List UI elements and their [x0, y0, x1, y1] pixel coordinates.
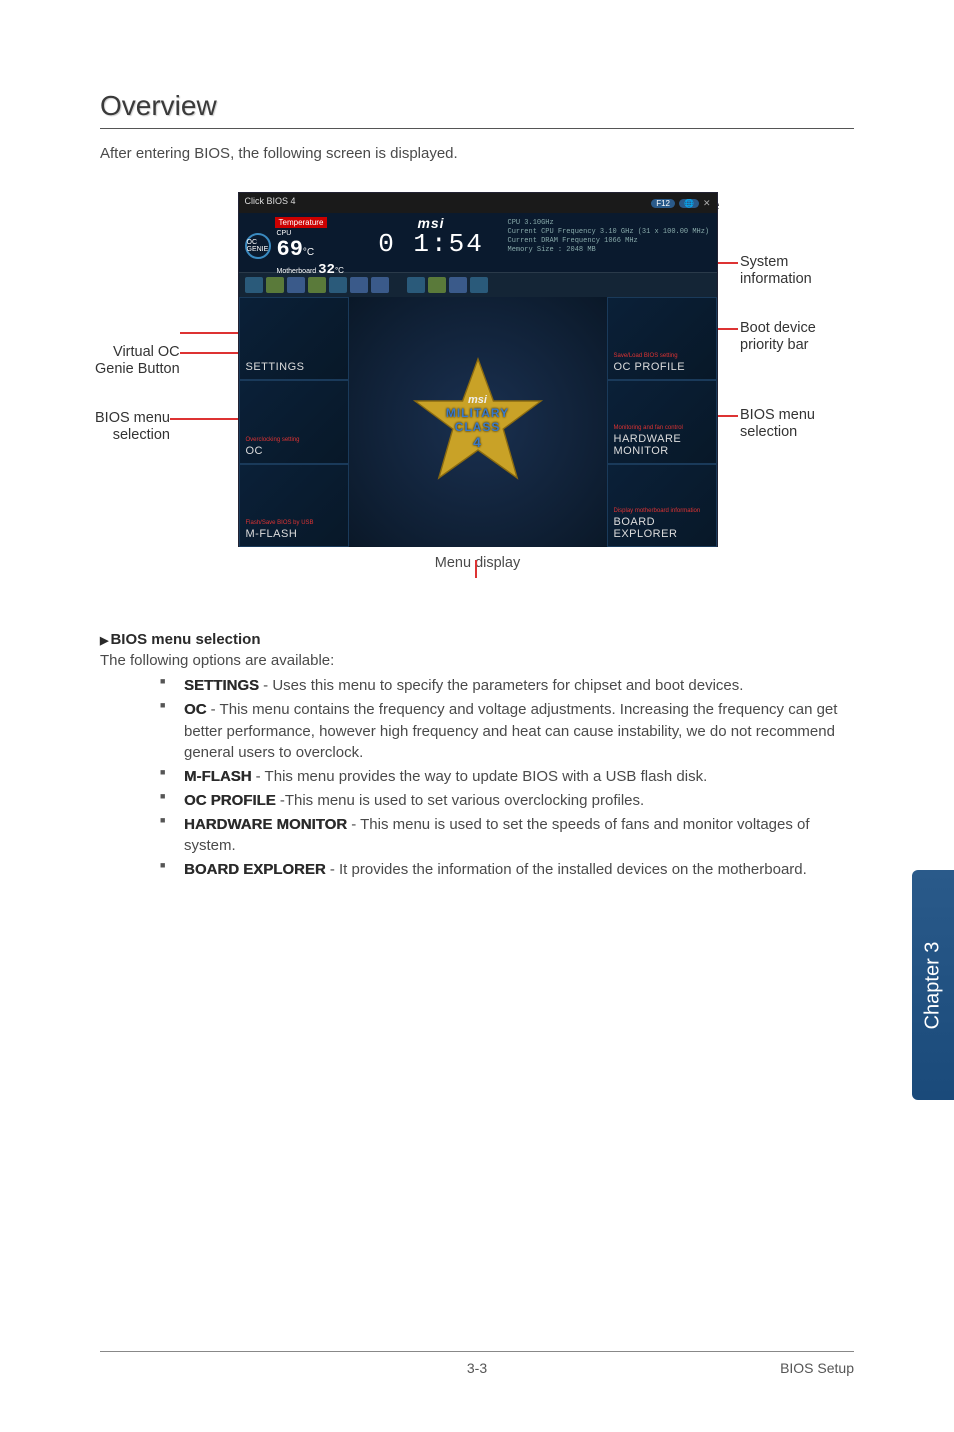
page-footer: 3-3 BIOS Setup [100, 1351, 854, 1376]
bios-top-title: Click BIOS 4 [245, 196, 296, 210]
intro-text: After entering BIOS, the following scree… [100, 145, 854, 162]
clock-panel: msi 0 1:54 [359, 213, 504, 272]
military-class-badge: msi MILITARY CLASS 4 [408, 352, 548, 492]
boot-device-icon[interactable] [428, 277, 446, 293]
callout-virtual-oc: Virtual OC Genie Button [95, 344, 180, 379]
footer-section: BIOS Setup [780, 1360, 854, 1376]
feature-list: SETTINGS - Uses this menu to specify the… [100, 675, 854, 881]
mb-temp: 32 [318, 262, 335, 278]
clock-time: 0 1:54 [359, 229, 504, 259]
boot-device-icon[interactable] [449, 277, 467, 293]
boot-device-icon[interactable] [329, 277, 347, 293]
callout-menu-display: Menu display [100, 555, 855, 571]
page-number: 3-3 [467, 1360, 487, 1376]
tile-settings[interactable]: SETTINGS [239, 297, 349, 380]
bios-screenshot: Click BIOS 4 F12 🌐 ✕ Temperature OC GENI… [238, 192, 718, 547]
triangle-icon: ▶ [100, 635, 108, 647]
temp-label: Temperature [275, 217, 328, 228]
boot-device-icon[interactable] [287, 277, 305, 293]
callout-bios-menu-left: BIOS menu selection [95, 410, 170, 445]
temperature-panel: Temperature OC GENIE CPU 69°C Motherboar… [239, 213, 359, 272]
mb-label: Motherboard [277, 268, 317, 275]
list-item: OC PROFILE -This menu is used to set var… [160, 790, 854, 812]
lang-pill[interactable]: 🌐 [679, 199, 699, 208]
list-item: BOARD EXPLORER - It provides the informa… [160, 859, 854, 881]
boot-device-icon[interactable] [350, 277, 368, 293]
tile-hwmonitor[interactable]: Monitoring and fan control HARDWARE MONI… [607, 380, 717, 463]
boot-priority-bar[interactable] [239, 273, 717, 297]
favorites-pill[interactable]: F12 [651, 199, 675, 208]
boot-device-icon[interactable] [407, 277, 425, 293]
boot-device-icon[interactable] [308, 277, 326, 293]
chapter-tab: Chapter 3 [912, 870, 954, 1100]
callout-bios-menu-right: BIOS menu selection [740, 407, 815, 442]
cpu-temp: 69 [277, 237, 303, 262]
cpu-label: CPU [277, 230, 315, 237]
right-menu-column: Save/Load BIOS setting OC PROFILE Monito… [607, 297, 717, 547]
list-item: SETTINGS - Uses this menu to specify the… [160, 675, 854, 697]
bios-diagram: Temperature monitor My Favorites Languag… [100, 192, 855, 571]
section-intro: The following options are available: [100, 652, 854, 669]
list-item: M-FLASH - This menu provides the way to … [160, 766, 854, 788]
close-icon[interactable]: ✕ [703, 198, 711, 209]
list-item: OC - This menu contains the frequency an… [160, 699, 854, 764]
list-item: HARDWARE MONITOR - This menu is used to … [160, 814, 854, 858]
system-info-panel: CPU 3.10GHz Current CPU Frequency 3.10 G… [504, 213, 717, 272]
tile-oc[interactable]: Overclocking setting OC [239, 380, 349, 463]
tile-boardexplorer[interactable]: Display motherboard information BOARD EX… [607, 464, 717, 547]
callout-system-info: System information [740, 254, 812, 289]
callout-boot-bar: Boot device priority bar [740, 320, 816, 355]
boot-device-icon[interactable] [245, 277, 263, 293]
center-display: msi MILITARY CLASS 4 [349, 297, 607, 547]
boot-device-icon[interactable] [266, 277, 284, 293]
tile-ocprofile[interactable]: Save/Load BIOS setting OC PROFILE [607, 297, 717, 380]
tile-mflash[interactable]: Flash/Save BIOS by USB M-FLASH [239, 464, 349, 547]
oc-genie-button[interactable]: OC GENIE [245, 233, 271, 259]
boot-device-icon[interactable] [470, 277, 488, 293]
section-heading: ▶BIOS menu selection [100, 631, 854, 648]
boot-device-icon[interactable] [371, 277, 389, 293]
left-menu-column: SETTINGS Overclocking setting OC Flash/S… [239, 297, 349, 547]
page-title: Overview [100, 90, 854, 129]
